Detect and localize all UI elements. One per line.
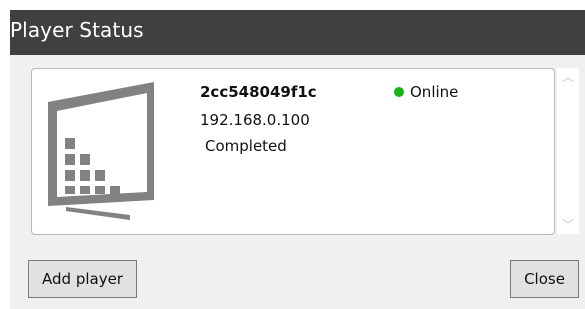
player-status: Online	[394, 83, 458, 101]
vertical-scrollbar[interactable]: ︿ ﹀	[557, 68, 579, 234]
player-list: 2cc548049f1c 192.168.0.100 Completed Onl…	[31, 68, 555, 235]
chevron-down-icon[interactable]: ﹀	[561, 218, 575, 232]
status-label: Online	[410, 83, 459, 101]
monitor-icon	[46, 82, 158, 220]
window-title: Player Status	[10, 18, 144, 42]
close-button[interactable]: Close	[510, 260, 579, 298]
monitor-svg	[48, 82, 154, 220]
add-player-button[interactable]: Add player	[28, 260, 137, 298]
online-status-icon	[394, 87, 404, 97]
player-name: 2cc548049f1c	[200, 83, 317, 101]
player-status-window: Player Status 2cc548049f1c 192.168.0.100…	[10, 10, 585, 309]
player-state: Completed	[205, 137, 287, 155]
title-bar: Player Status	[10, 10, 585, 55]
player-card[interactable]: 2cc548049f1c 192.168.0.100 Completed Onl…	[32, 69, 554, 234]
chevron-up-icon[interactable]: ︿	[561, 70, 575, 84]
player-ip-address: 192.168.0.100	[200, 111, 310, 129]
window-content: 2cc548049f1c 192.168.0.100 Completed Onl…	[10, 55, 585, 309]
